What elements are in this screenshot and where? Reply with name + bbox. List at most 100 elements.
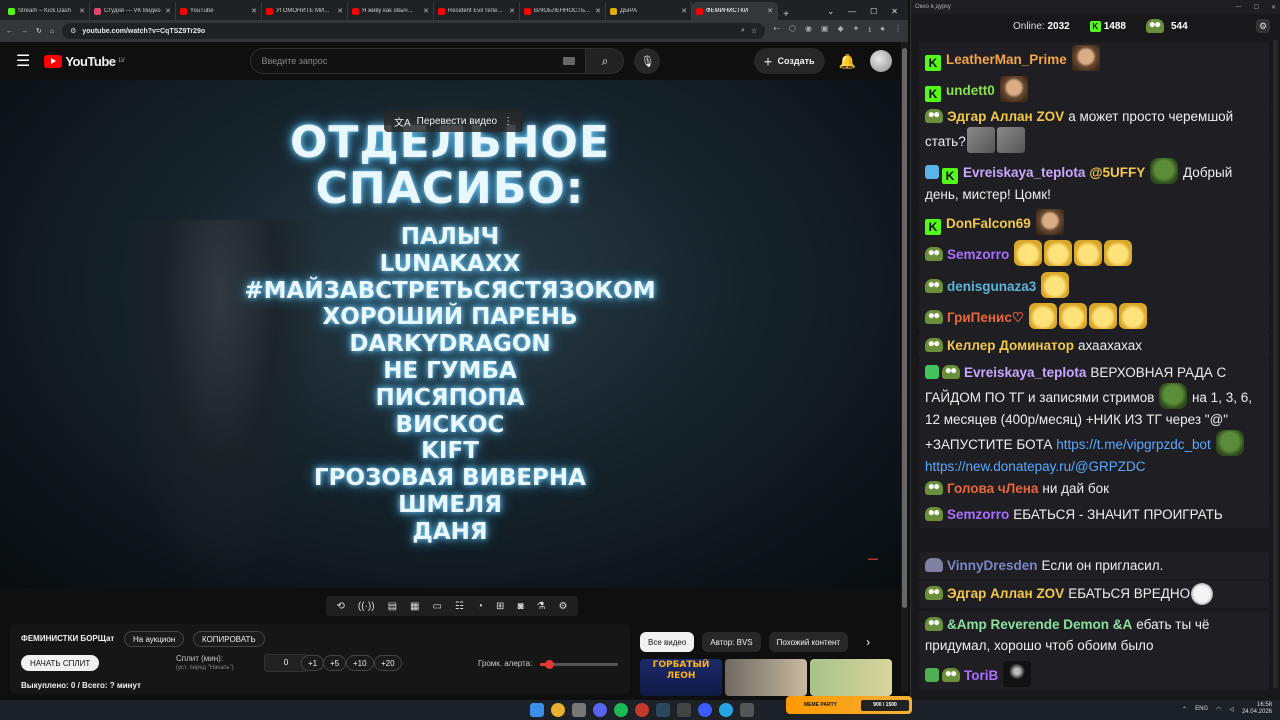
chat-link[interactable]: https://t.me/vipgrpzdc_bot <box>1056 437 1211 452</box>
extension-icon[interactable]: ◆ <box>837 24 843 38</box>
close-icon[interactable]: ✕ <box>251 7 257 15</box>
avatar[interactable] <box>870 50 892 72</box>
add-clip-icon[interactable]: ⊞ <box>496 601 504 612</box>
close-icon[interactable]: ✕ <box>337 7 343 15</box>
app-icon[interactable] <box>677 703 691 717</box>
back-icon[interactable]: ← <box>6 28 13 35</box>
downloads-icon[interactable]: ⭳ <box>868 24 871 38</box>
close-icon[interactable]: ✕ <box>165 7 171 15</box>
chevron-up-icon[interactable]: ⌃ <box>1182 706 1187 713</box>
extension-icon[interactable]: ▣ <box>821 24 829 38</box>
minimize-icon[interactable]: — <box>848 7 856 16</box>
tab-2[interactable]: YouTube ✕ <box>176 2 262 20</box>
tab-1[interactable]: Студия — VK Видео ✕ <box>90 2 176 20</box>
chevron-right-icon[interactable]: › <box>866 635 870 649</box>
forward-icon[interactable]: → <box>21 28 28 35</box>
chat-scrollbar[interactable] <box>1273 40 1278 688</box>
speed-icon[interactable]: ◔ <box>477 601 483 612</box>
profile-icon[interactable]: ● <box>880 24 885 38</box>
translate-video-button[interactable]: 文A Перевести видео ⋮ <box>384 110 524 132</box>
url-field[interactable]: ⚙ youtube.com/watch?v=CqTSZ9Tr29o ⌕ ☆ <box>62 23 766 39</box>
search-button[interactable]: ⌕ <box>586 48 625 74</box>
captions-icon[interactable]: ☷ <box>455 601 464 612</box>
hamburger-menu-icon[interactable]: ☰ <box>16 51 30 71</box>
start-split-button[interactable]: НАЧАТЬ СПЛИТ <box>21 655 100 671</box>
extension-icon[interactable]: ◉ <box>805 24 812 38</box>
download-status-icon[interactable]: ⬡ <box>789 24 796 38</box>
tab-6[interactable]: ВЛЮБЛЕННОСТЬ... ✕ <box>520 2 606 20</box>
back-extension-icon[interactable]: ⇠ <box>773 24 780 38</box>
chat-link[interactable]: https://new.donatepay.ru/@GRPZDC <box>925 459 1146 474</box>
copy-button[interactable]: КОПИРОВАТЬ <box>193 631 265 647</box>
app-icon[interactable] <box>698 703 712 717</box>
wifi-icon[interactable]: ◠ <box>1216 706 1221 713</box>
keyboard-icon[interactable] <box>563 57 576 65</box>
increment-1-button[interactable]: +1 <box>301 655 325 671</box>
search-input[interactable]: Введите запрос <box>250 48 587 74</box>
video-thumbnail[interactable]: ГОРБАТЫЙ ЛЕОН <box>640 659 722 696</box>
increment-5-button[interactable]: +5 <box>323 655 347 671</box>
settings-gear-icon[interactable]: ⚙ <box>1256 19 1270 33</box>
close-icon[interactable]: ✕ <box>1271 4 1276 11</box>
app-icon[interactable] <box>635 703 649 717</box>
maximize-icon[interactable]: ☐ <box>870 7 877 16</box>
close-icon[interactable]: ✕ <box>681 7 687 15</box>
create-button[interactable]: ＋ Создать <box>753 48 825 74</box>
tab-8-active[interactable]: ФЕМИНИСТКИ ✕ <box>692 2 778 20</box>
maximize-icon[interactable]: ☐ <box>1254 4 1259 11</box>
playlist-icon[interactable]: ▤ <box>388 601 397 612</box>
tab-0[interactable]: Stream – Kick Dash ✕ <box>4 2 90 20</box>
camera-icon[interactable]: ◙ <box>517 601 523 612</box>
app-icon[interactable] <box>740 703 754 717</box>
clock[interactable]: 16:58 24.04.2026 <box>1242 702 1272 716</box>
voice-search-button[interactable]: 🎙 <box>634 48 661 74</box>
tab-4[interactable]: Я живу как обыч... ✕ <box>348 2 434 20</box>
chrome-icon[interactable] <box>551 703 565 717</box>
close-icon[interactable]: ✕ <box>595 7 601 15</box>
notifications-bell-icon[interactable]: 🔔 <box>839 53 856 70</box>
zoom-icon[interactable]: ⌕ <box>741 27 745 35</box>
chip-all-videos[interactable]: Все видео <box>640 632 695 652</box>
menu-dots-icon[interactable]: ⋮ <box>894 24 902 38</box>
bookmark-star-icon[interactable]: ☆ <box>751 27 757 35</box>
video-thumbnail[interactable] <box>725 659 807 696</box>
page-scrollbar[interactable] <box>901 42 908 692</box>
close-icon[interactable]: ✕ <box>891 7 898 16</box>
more-options-icon[interactable]: ⋮ <box>503 116 513 127</box>
settings-gear-icon[interactable]: ⚙ <box>558 601 567 612</box>
close-icon[interactable]: ✕ <box>79 7 85 15</box>
chevron-down-icon[interactable]: ⌄ <box>827 7 834 16</box>
tab-3[interactable]: УГОМОНИТЕ МИ... ✕ <box>262 2 348 20</box>
home-icon[interactable]: ⌂ <box>50 28 54 35</box>
volume-icon[interactable]: ◁ <box>1229 706 1234 713</box>
spotify-icon[interactable] <box>614 703 628 717</box>
tab-5[interactable]: Resident Evil тепе... ✕ <box>434 2 520 20</box>
chip-author[interactable]: Автор: BVS <box>702 632 761 652</box>
increment-10-button[interactable]: +10 <box>346 655 374 671</box>
telegram-icon[interactable] <box>719 703 733 717</box>
discord-icon[interactable] <box>593 703 607 717</box>
increment-20-button[interactable]: +20 <box>374 655 402 671</box>
steam-icon[interactable] <box>656 703 670 717</box>
alert-volume-slider[interactable] <box>540 660 618 669</box>
close-icon[interactable]: ✕ <box>767 7 773 15</box>
chip-related[interactable]: Похожий контент <box>768 632 849 652</box>
reload-icon[interactable]: ↻ <box>36 27 42 35</box>
loop-icon[interactable]: ⟲ <box>337 601 345 612</box>
pip-icon[interactable]: ▭ <box>433 601 442 612</box>
flask-icon[interactable]: ⚗ <box>537 601 546 612</box>
close-icon[interactable]: ✕ <box>423 7 429 15</box>
app-icon[interactable] <box>572 703 586 717</box>
language-indicator[interactable]: ENG <box>1195 706 1208 712</box>
video-player[interactable]: ОТДЕЛЬНОЕ СПАСИБО: ПАЛЫЧ LUNAKAXX #МАЙЗА… <box>0 80 900 588</box>
meme-party-widget[interactable]: MEME PARTY 900 / 1500 <box>786 696 912 714</box>
scrollbar-thumb[interactable] <box>902 48 907 608</box>
auction-button[interactable]: На аукцион <box>124 631 185 647</box>
site-info-icon[interactable]: ⚙ <box>70 27 76 35</box>
youtube-logo[interactable]: YouTube LV <box>44 54 125 69</box>
minimize-icon[interactable]: — <box>1236 4 1242 11</box>
video-thumbnail[interactable] <box>810 659 892 696</box>
windows-start-icon[interactable] <box>530 703 544 717</box>
close-icon[interactable]: ✕ <box>509 7 515 15</box>
tab-7[interactable]: ДЫРА ✕ <box>606 2 692 20</box>
